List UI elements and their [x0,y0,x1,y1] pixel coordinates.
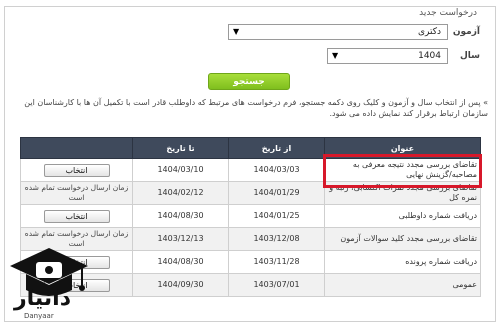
year-label: سال [459,51,480,61]
row-to-date: 1404/08/30 [132,250,229,274]
chevron-down-icon: ▼ [233,27,240,36]
row-title: عمومی [324,273,481,297]
row-title: دریافت شماره پرونده [324,250,481,274]
header-to-date: تا تاریخ [132,137,229,159]
row-from-date: 1404/01/25 [228,204,325,228]
highlight-box [323,154,482,188]
panel-legend: درخواست جدید [415,8,481,18]
row-to-date: 1403/12/13 [132,227,229,251]
row-from-date: 1404/03/03 [228,158,325,182]
expired-status: زمان ارسال درخواست تمام شده است [24,183,129,202]
select-button[interactable]: انتخاب [43,163,110,177]
row-to-date: 1404/08/30 [132,204,229,228]
year-select-value: 1404 [418,51,441,61]
row-action: زمان ارسال درخواست تمام شده است [20,181,133,205]
row-to-date: 1404/03/10 [132,158,229,182]
select-button[interactable]: انتخاب [43,209,110,223]
table-row: دریافت شماره داوطلبی 1404/01/25 1404/08/… [20,204,481,228]
logo-subtext: Danyaar [24,312,54,320]
exam-select-value: دکتری [417,27,441,37]
header-from-date: از تاریخ [228,137,325,159]
row-action: انتخاب [20,158,133,182]
row-action: انتخاب [20,204,133,228]
row-to-date: 1404/09/30 [132,273,229,297]
exam-label: آزمون [452,27,480,37]
row-from-date: 1403/12/08 [228,227,325,251]
row-from-date: 1404/01/29 [228,181,325,205]
row-title: تقاضای بررسی مجدد کلید سوالات آزمون [324,227,481,251]
exam-select[interactable]: دکتری ▼ [228,24,448,40]
header-action [20,137,133,159]
logo-text: دانیار [14,286,72,311]
row-from-date: 1403/07/01 [228,273,325,297]
year-select[interactable]: 1404 ▼ [327,48,448,64]
search-button[interactable]: جستجو [208,73,290,90]
row-from-date: 1403/11/28 [228,250,325,274]
row-to-date: 1404/02/12 [132,181,229,205]
info-text: » پس از انتخاب سال و آزمون و کلیک روی دک… [24,98,488,118]
chevron-down-icon: ▼ [332,51,339,60]
row-title: دریافت شماره داوطلبی [324,204,481,228]
